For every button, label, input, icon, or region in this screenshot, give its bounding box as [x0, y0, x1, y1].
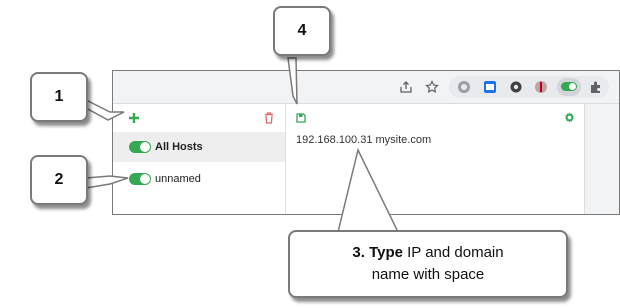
callout-3-rest: IP and domain: [402, 244, 504, 261]
callout-1-label: 1: [54, 88, 64, 105]
callout-2: 2: [30, 155, 88, 205]
callout-2-label: 2: [54, 171, 64, 188]
callout-3: 3. Type IP and domain name with space: [288, 230, 568, 298]
callout-4-label: 4: [297, 22, 307, 39]
callout-4: 4: [273, 6, 331, 56]
callout-1: 1: [30, 72, 88, 122]
pointer-2: [85, 175, 129, 189]
pointer-1: [85, 98, 125, 121]
pointer-3: [337, 147, 399, 233]
callout-3-bold: 3. Type: [352, 244, 403, 261]
callout-3-line1: 3. Type IP and domain: [352, 242, 503, 264]
pointer-4: [287, 57, 298, 105]
callout-3-line2: name with space: [371, 266, 485, 283]
